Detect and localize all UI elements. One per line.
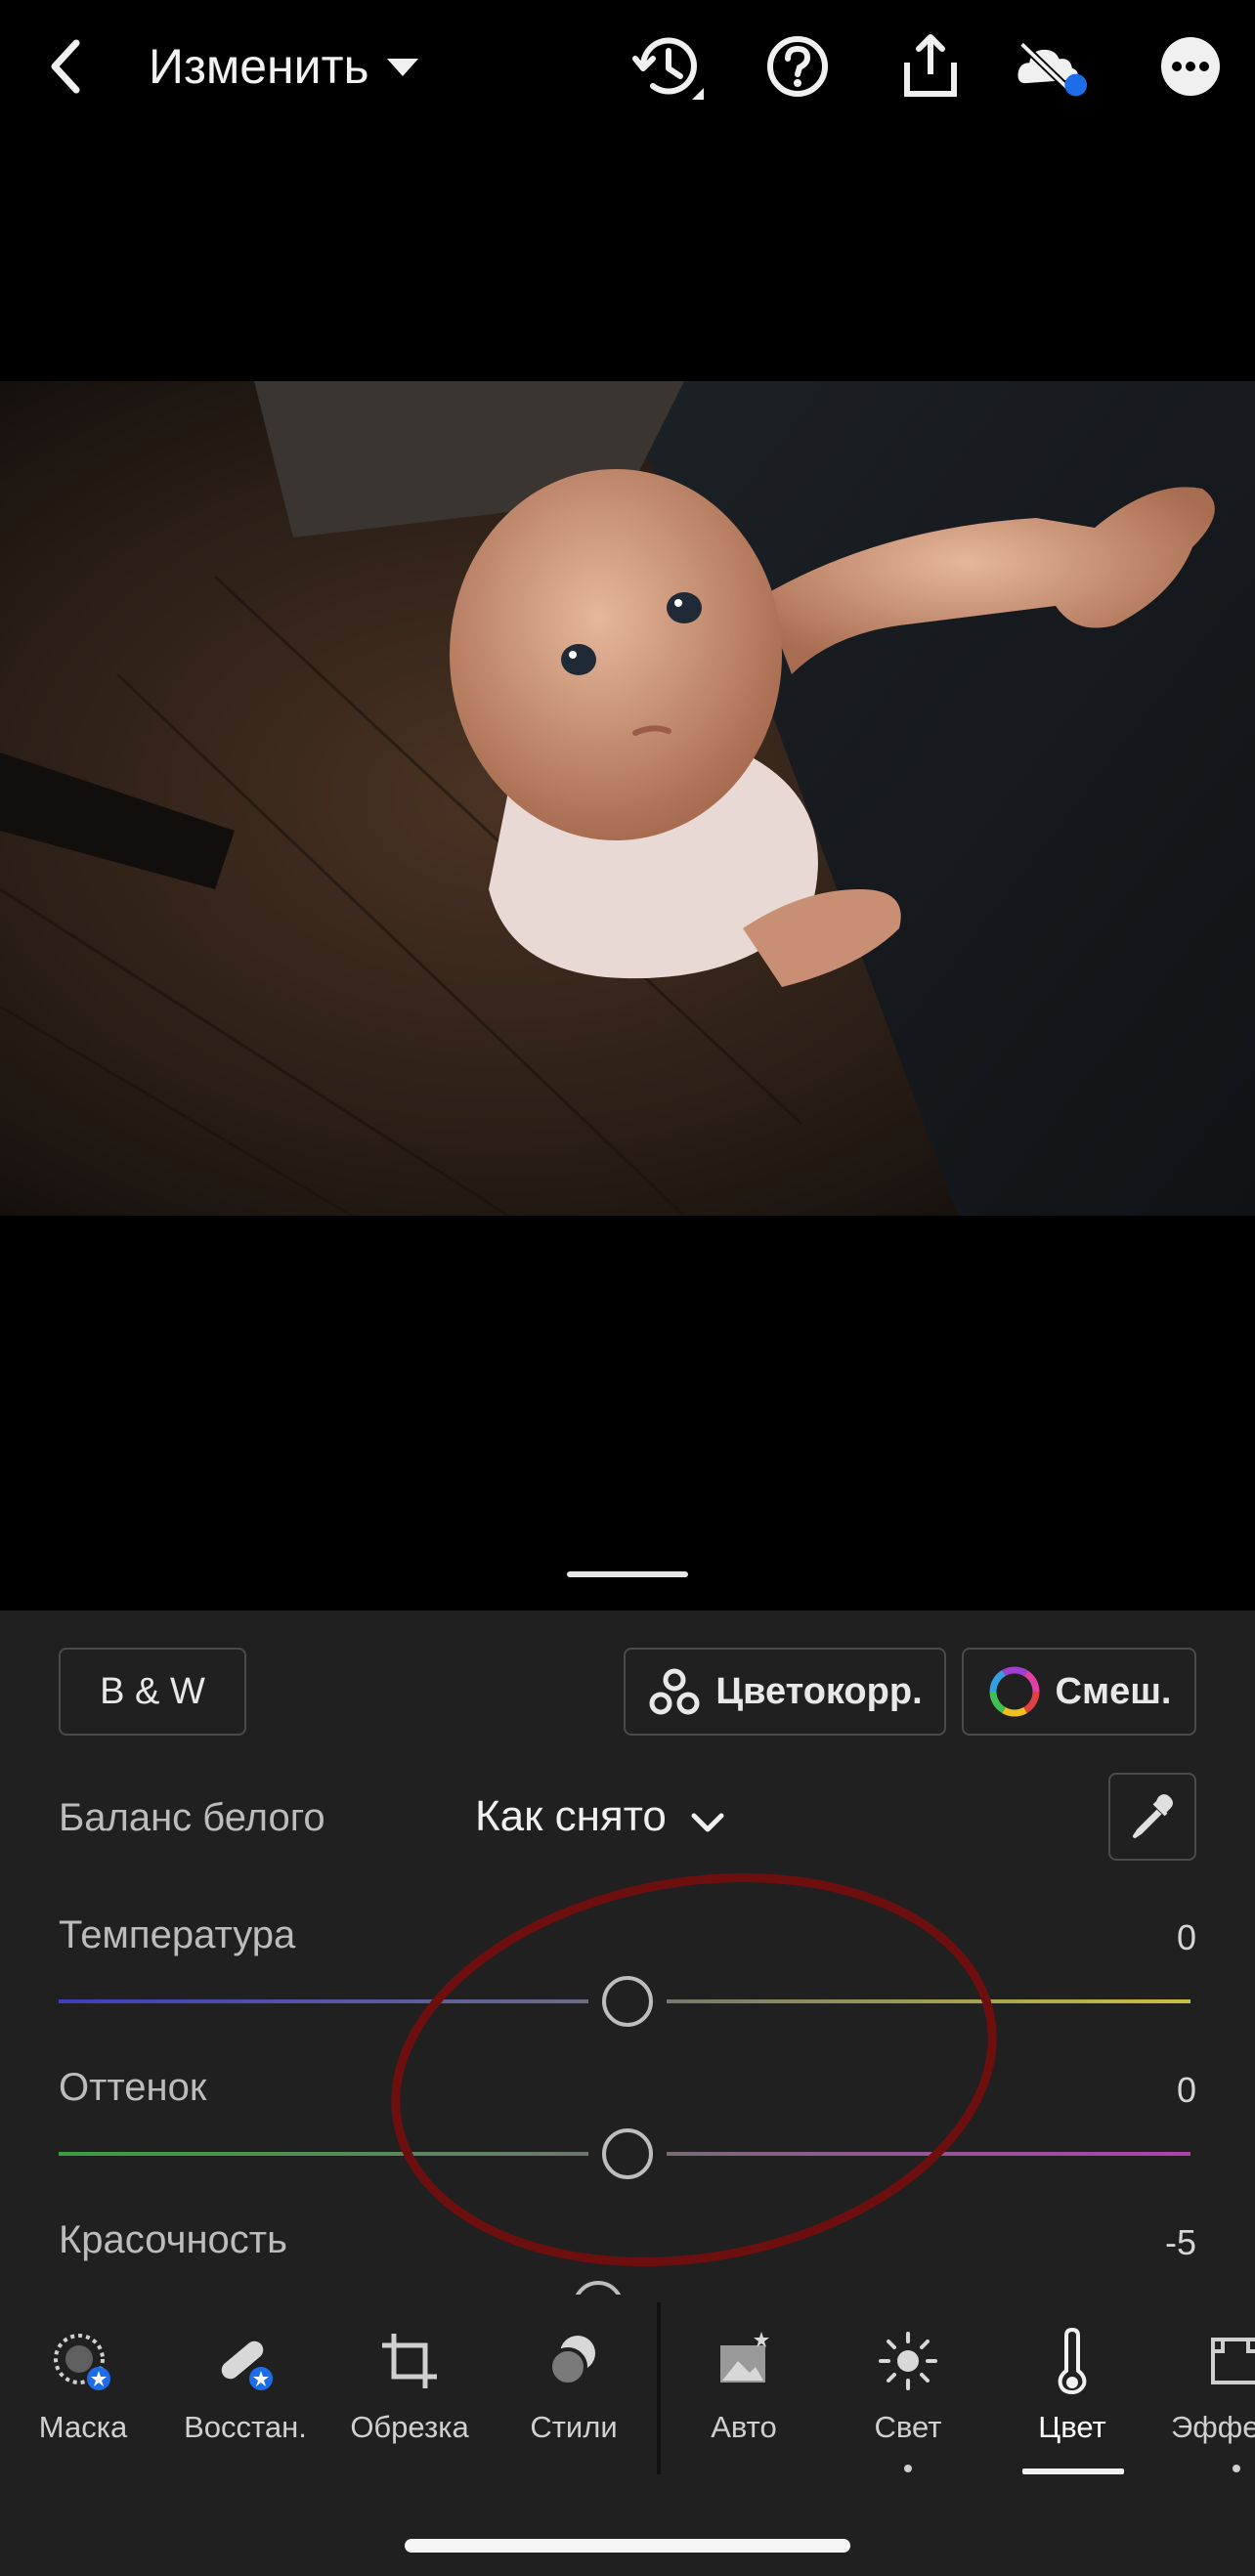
back-arrow-icon[interactable] — [39, 29, 94, 104]
tool-crop[interactable]: Обрезка — [326, 2328, 493, 2455]
tool-effects-label: Эффекты — [1171, 2410, 1255, 2444]
color-grading-button[interactable]: Цветокорр. — [624, 1648, 946, 1736]
tint-slider-knob[interactable] — [602, 2128, 653, 2179]
tint-label: Оттенок — [59, 2066, 207, 2109]
share-icon[interactable] — [893, 29, 968, 104]
temperature-label: Температура — [59, 1913, 296, 1956]
bw-button[interactable]: B & W — [59, 1648, 246, 1736]
more-options-icon[interactable] — [1153, 29, 1228, 104]
edit-mode-title[interactable]: Изменить — [149, 35, 369, 98]
top-bar: Изменить — [0, 0, 1255, 137]
cloud-sync-off-icon[interactable] — [1015, 29, 1089, 104]
tool-auto[interactable]: Авто — [661, 2328, 827, 2455]
help-icon[interactable] — [760, 29, 835, 104]
eyedropper-icon — [1133, 1794, 1173, 1838]
tint-value[interactable]: 0 — [1177, 2070, 1196, 2111]
crop-icon — [382, 2334, 437, 2388]
auto-icon — [720, 2332, 769, 2383]
bw-label: B & W — [100, 1670, 205, 1712]
effects-icon — [1211, 2338, 1255, 2384]
tool-auto-label: Авто — [711, 2410, 777, 2444]
vibrance-value[interactable]: -5 — [1165, 2222, 1196, 2263]
tool-light-label: Свет — [874, 2410, 942, 2444]
tool-mask-label: Маска — [38, 2410, 128, 2444]
light-icon — [879, 2332, 937, 2390]
vibrance-label: Красочность — [59, 2218, 287, 2261]
white-balance-label: Баланс белого — [59, 1796, 325, 1839]
white-balance-dropdown[interactable]: Как снято — [475, 1792, 667, 1841]
toolbar-divider — [657, 2302, 661, 2474]
healing-icon — [221, 2340, 273, 2390]
tool-color[interactable]: Цвет — [989, 2328, 1155, 2455]
home-indicator[interactable] — [405, 2539, 850, 2553]
tool-effects-modified-dot — [1233, 2465, 1240, 2472]
mask-icon — [54, 2334, 110, 2390]
bottom-toolbar: Маска Восстан. Обрезка Стили Авто Свет Ц… — [0, 2295, 1255, 2490]
tool-light-modified-dot — [904, 2465, 912, 2472]
color-wheel-icon — [989, 1666, 1040, 1717]
color-grading-label: Цветокорр. — [715, 1670, 923, 1712]
caret-down-icon[interactable] — [385, 55, 420, 80]
tool-presets[interactable]: Стили — [491, 2328, 657, 2455]
tool-color-label: Цвет — [1038, 2410, 1106, 2444]
color-thermometer-icon — [1058, 2328, 1087, 2394]
tool-presets-label: Стили — [530, 2410, 618, 2444]
tool-crop-label: Обрезка — [350, 2410, 469, 2444]
panel-drag-handle[interactable] — [567, 1571, 688, 1577]
chevron-down-icon[interactable] — [690, 1812, 725, 1835]
temperature-value[interactable]: 0 — [1177, 1917, 1196, 1958]
presets-icon — [548, 2336, 595, 2386]
temperature-slider-knob[interactable] — [602, 1976, 653, 2027]
tool-mask[interactable]: Маска — [0, 2328, 166, 2455]
photo-preview[interactable] — [0, 381, 1255, 1216]
tool-effects[interactable]: Эффекты — [1153, 2328, 1255, 2472]
baby-photo-image — [0, 381, 1255, 1216]
history-icon[interactable] — [629, 29, 704, 104]
tool-healing[interactable]: Восстан. — [162, 2328, 328, 2455]
color-mix-label: Смеш. — [1055, 1670, 1172, 1712]
color-mix-button[interactable]: Смеш. — [962, 1648, 1196, 1736]
tool-light[interactable]: Свет — [825, 2328, 991, 2472]
tool-healing-label: Восстан. — [184, 2410, 307, 2444]
eyedropper-button[interactable] — [1108, 1773, 1196, 1861]
color-grading-icon — [649, 1668, 700, 1715]
active-tool-indicator — [1022, 2469, 1124, 2474]
